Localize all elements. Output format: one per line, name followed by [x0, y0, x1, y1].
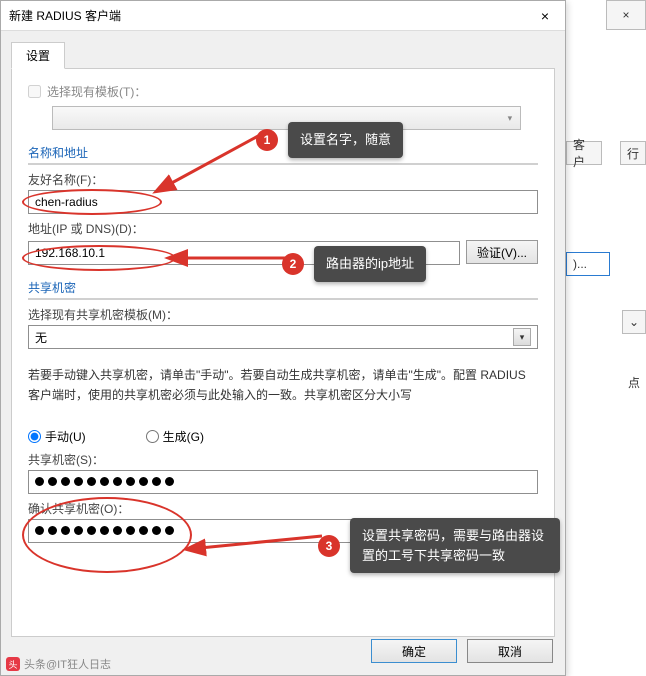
footer-text: 头条@IT狂人日志 — [24, 656, 111, 672]
enable-template-checkbox[interactable] — [28, 85, 41, 98]
bg-frag-client: 客户 — [566, 141, 602, 165]
verify-button[interactable]: 验证(V)... — [466, 240, 538, 264]
enable-template-label: 选择现有模板(T)： — [47, 83, 146, 100]
shared-secret-note: 若要手动键入共享机密，请单击"手动"。若要自动生成共享机密，请单击"生成"。配置… — [28, 365, 538, 406]
radio-generate[interactable]: 生成(G) — [146, 428, 204, 445]
tab-body: 选择现有模板(T)： ▾ 名称和地址 友好名称(F)： 地址(IP 或 DNS)… — [11, 69, 555, 637]
dialog-title: 新建 RADIUS 客户端 — [9, 7, 121, 24]
chevron-down-icon: ▾ — [513, 328, 531, 346]
bg-frag-dropdown: ⌄ — [622, 310, 646, 334]
dialog-buttons: 确定 取消 — [371, 639, 553, 663]
titlebar: 新建 RADIUS 客户端 × — [1, 1, 565, 31]
footer-credit: 头 头条@IT狂人日志 — [6, 656, 111, 672]
dialog-new-radius-client: 新建 RADIUS 客户端 × 设置 选择现有模板(T)： ▾ 名称和地址 友好… — [0, 0, 566, 676]
shared-secret-input[interactable] — [28, 470, 538, 494]
close-icon: × — [541, 8, 549, 24]
section-shared-secret: 共享机密 — [28, 279, 538, 300]
cancel-button[interactable]: 取消 — [467, 639, 553, 663]
friendly-name-label: 友好名称(F)： — [28, 171, 538, 188]
section-name-address: 名称和地址 — [28, 144, 538, 165]
address-input[interactable] — [28, 241, 460, 265]
radio-manual[interactable]: 手动(U) — [28, 428, 86, 445]
shared-secret-label: 共享机密(S)： — [28, 451, 538, 468]
toutiao-icon: 头 — [6, 657, 20, 671]
bg-close-icon: × — [606, 0, 646, 30]
shared-template-value: 无 — [35, 329, 47, 346]
confirm-secret-label: 确认共享机密(O)： — [28, 500, 538, 517]
tab-settings[interactable]: 设置 — [11, 42, 65, 69]
confirm-secret-input[interactable] — [28, 519, 538, 543]
shared-template-label: 选择现有共享机密模板(M)： — [28, 306, 538, 323]
shared-template-select[interactable]: 无 ▾ — [28, 325, 538, 349]
template-select[interactable]: ▾ — [52, 106, 521, 130]
friendly-name-input[interactable] — [28, 190, 538, 214]
close-button[interactable]: × — [525, 1, 565, 31]
bg-frag-dian: 点 — [622, 370, 646, 394]
bg-frag-row: 行 — [620, 141, 646, 165]
tabstrip: 设置 — [11, 41, 555, 69]
bg-frag-dots: )... — [566, 252, 610, 276]
ok-button[interactable]: 确定 — [371, 639, 457, 663]
address-label: 地址(IP 或 DNS)(D)： — [28, 220, 538, 237]
